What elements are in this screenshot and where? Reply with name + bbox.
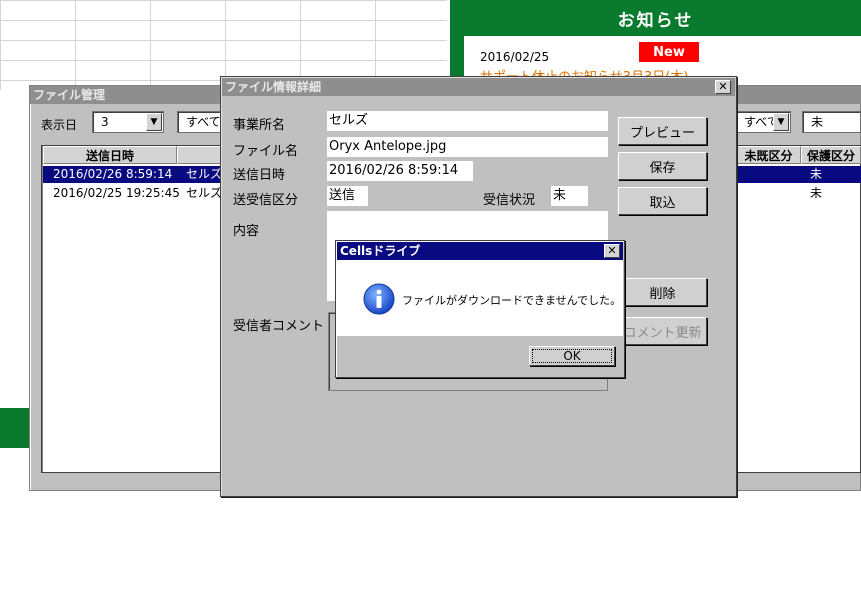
display-day-label: 表示日 [41, 118, 78, 132]
row-sent: 2016/02/26 8:59:14 [53, 167, 173, 181]
filter3-select[interactable]: 未 [802, 111, 861, 133]
message-box-title: Cellsドライブ [337, 242, 623, 260]
office-label: 事業所名 [233, 118, 286, 133]
row-read-status: 未 [810, 186, 823, 200]
message-text: ファイルがダウンロードできませんでした。 [402, 294, 622, 307]
sent-time-field: 2016/02/26 8:59:14 [327, 161, 473, 181]
info-icon [363, 283, 395, 315]
delete-button[interactable]: 削除 [618, 278, 707, 306]
file-name-label: ファイル名 [233, 144, 299, 159]
save-button[interactable]: 保存 [618, 152, 707, 180]
column-header-read[interactable]: 未既区分 [736, 146, 801, 164]
display-day-value: 3 [101, 115, 109, 129]
row-office: セルズ [186, 167, 223, 181]
file-name-field: Oryx Antelope.jpg [327, 137, 608, 157]
news-date: 2016/02/25 [480, 50, 550, 64]
send-type-field: 送信 [327, 186, 368, 206]
receive-status-field: 未 [551, 186, 588, 206]
green-banner [0, 408, 30, 448]
column-header-protect[interactable]: 保護区分 [801, 146, 861, 164]
office-field: セルズ [327, 111, 608, 131]
close-icon[interactable]: ✕ [715, 80, 731, 94]
news-title: お知らせ [617, 10, 694, 31]
content-label: 内容 [233, 224, 260, 239]
row-read-status: 未 [810, 167, 823, 181]
display-day-select[interactable]: 3 ▼ [92, 111, 164, 133]
filter2-select[interactable]: すべて ▼ [735, 111, 791, 133]
chevron-down-icon[interactable]: ▼ [773, 113, 789, 131]
send-type-label: 送受信区分 [233, 193, 299, 208]
row-office: セルズ [186, 186, 223, 200]
column-header-office[interactable] [177, 146, 221, 164]
update-comment-button[interactable]: コメント更新 [618, 317, 707, 345]
column-header-sent[interactable]: 送信日時 [43, 146, 177, 164]
receive-status-label: 受信状況 [483, 193, 536, 208]
new-badge: New [639, 42, 699, 62]
filter-value: すべて [186, 115, 221, 129]
import-button[interactable]: 取込 [618, 187, 707, 215]
row-sent: 2016/02/25 19:25:45 [53, 186, 180, 200]
sent-time-label: 送信日時 [233, 168, 286, 183]
close-icon[interactable]: ✕ [604, 244, 620, 258]
ok-button[interactable]: OK [529, 346, 615, 366]
comment-label: 受信者コメント [233, 319, 325, 334]
file-detail-title: ファイル情報詳細 [222, 78, 735, 96]
filter3-value: 未 [811, 115, 824, 129]
preview-button[interactable]: プレビュー [618, 117, 707, 145]
chevron-down-icon[interactable]: ▼ [146, 113, 162, 131]
ok-button-label: OK [532, 349, 612, 363]
